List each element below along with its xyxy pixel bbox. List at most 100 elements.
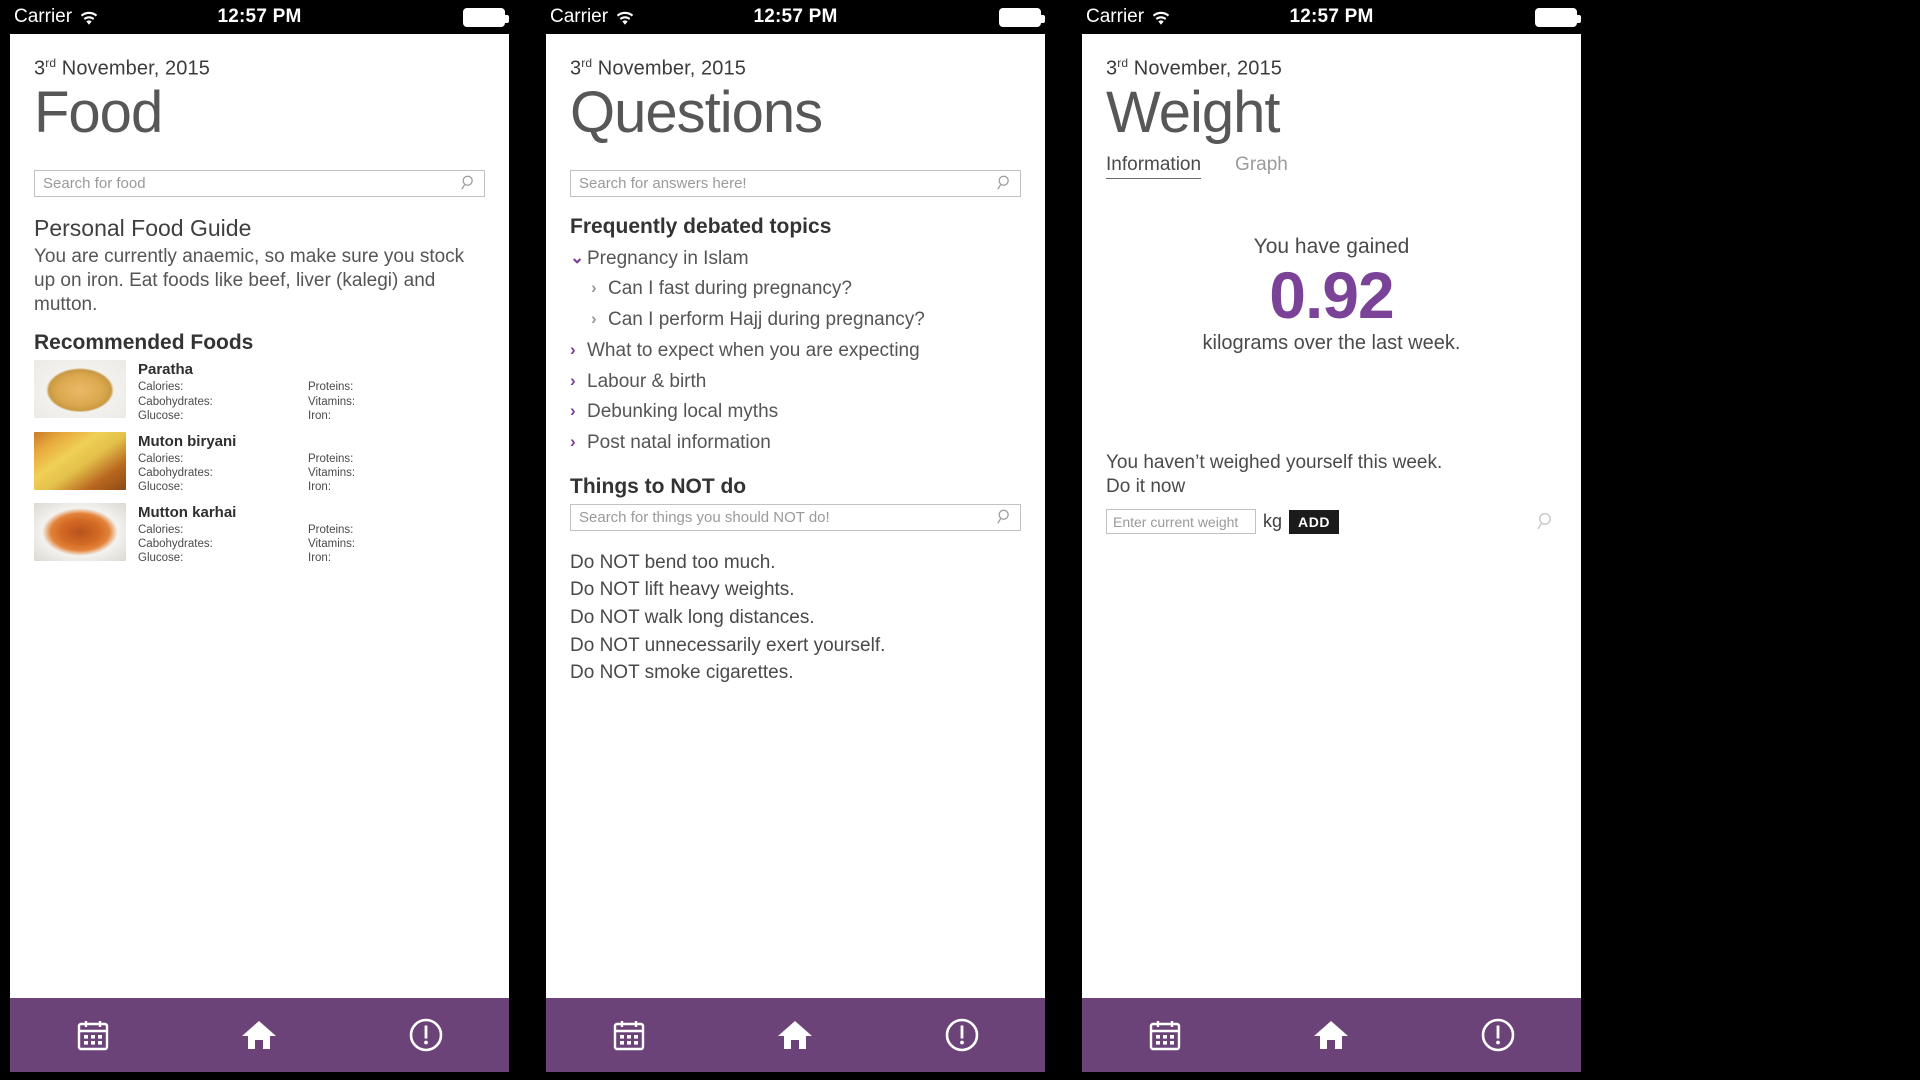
- search-icon[interactable]: [1536, 511, 1557, 532]
- paratha-photo: [34, 360, 126, 419]
- exclamation-circle-icon: [1481, 1018, 1515, 1052]
- list-item: Do NOT bend too much.: [570, 551, 776, 573]
- nav-home[interactable]: [712, 1015, 878, 1055]
- topic-item[interactable]: › Can I fast during pregnancy?: [570, 274, 1021, 305]
- topic-label: Can I fast during pregnancy?: [608, 278, 852, 300]
- nav-alert[interactable]: [343, 1015, 509, 1055]
- list-item: Do NOT lift heavy weights.: [570, 579, 795, 601]
- nutrition-left: Calories: Cabohydrates: Glucose:: [138, 381, 213, 423]
- weigh-prompt-line2: Do it now: [1106, 476, 1186, 498]
- page-title: Questions: [570, 79, 823, 145]
- topic-label: Debunking local myths: [587, 401, 779, 423]
- add-weight-button[interactable]: ADD: [1289, 509, 1340, 534]
- gain-tail-text: kilograms over the last week.: [1202, 331, 1461, 354]
- search-icon[interactable]: [460, 174, 478, 192]
- date-label: 3rd November, 2015: [1106, 56, 1282, 80]
- gain-value: 0.92: [1269, 257, 1394, 332]
- phone-weight: Carrier 12:57 PM 3rd November, 2015 Weig…: [1072, 0, 1591, 1080]
- list-item[interactable]: Mutton karhai Calories: Cabohydrates: Gl…: [34, 502, 485, 566]
- screen-questions: 3rd November, 2015 Questions Search for …: [546, 34, 1045, 998]
- topic-item[interactable]: › What to expect when you are expecting: [570, 336, 1021, 367]
- chevron-right-icon: ›: [591, 278, 597, 298]
- status-bar: Carrier 12:57 PM: [536, 0, 1055, 34]
- screen-weight: 3rd November, 2015 Weight Information Gr…: [1082, 34, 1581, 998]
- search-input-notdo[interactable]: Search for things you should NOT do!: [570, 503, 1021, 531]
- topic-item[interactable]: ⌄ Pregnancy in Islam: [570, 244, 1021, 275]
- search-icon[interactable]: [996, 508, 1014, 526]
- recommended-foods-heading: Recommended Foods: [34, 331, 254, 355]
- weight-input-placeholder: Enter current weight: [1113, 513, 1239, 530]
- status-bar: Carrier 12:57 PM: [1072, 0, 1591, 34]
- battery-full-icon: [463, 7, 509, 27]
- food-guide-heading: Personal Food Guide: [34, 214, 252, 241]
- page-title: Weight: [1106, 79, 1280, 145]
- phone-food: Carrier 12:57 PM 3rd November, 2015 Food…: [0, 0, 519, 1080]
- chevron-right-icon: ›: [570, 432, 576, 452]
- topic-item[interactable]: › Can I perform Hajj during pregnancy?: [570, 305, 1021, 336]
- list-item[interactable]: Muton biryani Calories: Cabohydrates: Gl…: [34, 431, 485, 495]
- list-item: Do NOT walk long distances.: [570, 607, 815, 628]
- weight-input[interactable]: Enter current weight: [1106, 509, 1256, 535]
- search-placeholder: Search for food: [43, 174, 146, 192]
- clock: 12:57 PM: [217, 6, 302, 27]
- screen-food: 3rd November, 2015 Food Search for food …: [10, 34, 509, 998]
- home-icon: [1314, 1021, 1349, 1049]
- wifi-icon: [79, 10, 99, 25]
- nav-alert[interactable]: [879, 1015, 1045, 1055]
- topic-label: Post natal information: [587, 432, 771, 454]
- bottom-nav: [1082, 998, 1581, 1072]
- topics-heading: Frequently debated topics: [570, 214, 832, 238]
- mutton-karhai-photo: [34, 502, 126, 561]
- nav-calendar[interactable]: [1082, 1015, 1248, 1055]
- chevron-down-icon: ⌄: [570, 247, 585, 267]
- weight-entry-row: Enter current weight kg ADD: [1106, 509, 1557, 535]
- food-guide-body: You are currently anaemic, so make sure …: [34, 245, 465, 316]
- nutrition-right: Proteins: Vitamins: Iron:: [308, 523, 356, 565]
- topic-item[interactable]: › Debunking local myths: [570, 397, 1021, 428]
- home-icon: [242, 1021, 277, 1049]
- list-item[interactable]: Paratha Calories: Cabohydrates: Glucose:…: [34, 360, 485, 423]
- exclamation-circle-icon: [409, 1018, 443, 1052]
- home-icon: [778, 1021, 813, 1049]
- nav-alert[interactable]: [1415, 1015, 1581, 1055]
- clock: 12:57 PM: [1289, 6, 1374, 27]
- calendar-icon: [77, 1021, 109, 1051]
- exclamation-circle-icon: [945, 1018, 979, 1052]
- gain-lead-text: You have gained: [1253, 234, 1410, 258]
- page-title: Food: [34, 79, 163, 145]
- tab-information[interactable]: Information: [1106, 154, 1202, 179]
- wifi-icon: [615, 10, 635, 25]
- nutrition-left: Calories: Cabohydrates: Glucose:: [138, 523, 213, 565]
- bottom-nav: [10, 998, 509, 1072]
- phone-questions: Carrier 12:57 PM 3rd November, 2015 Ques…: [536, 0, 1055, 1080]
- nav-home[interactable]: [1248, 1015, 1414, 1055]
- search-input-answers[interactable]: Search for answers here!: [570, 169, 1021, 197]
- topic-item[interactable]: › Post natal information: [570, 428, 1021, 459]
- list-item: Do NOT unnecessarily exert yourself.: [570, 634, 886, 656]
- topics-list: ⌄ Pregnancy in Islam › Can I fast during p…: [570, 244, 1021, 459]
- search-icon[interactable]: [996, 174, 1014, 192]
- food-list: Paratha Calories: Cabohydrates: Glucose:…: [34, 360, 485, 565]
- nav-calendar[interactable]: [10, 1015, 176, 1055]
- date-label: 3rd November, 2015: [570, 56, 746, 80]
- nav-home[interactable]: [176, 1015, 342, 1055]
- mutton-biryani-photo: [34, 431, 126, 490]
- clock: 12:57 PM: [753, 6, 838, 27]
- status-bar: Carrier 12:57 PM: [0, 0, 519, 34]
- topic-label: Labour & birth: [587, 370, 707, 392]
- search-placeholder: Search for answers here!: [579, 174, 747, 192]
- nutrition-left: Calories: Cabohydrates: Glucose:: [138, 452, 213, 494]
- chevron-right-icon: ›: [591, 309, 597, 329]
- calendar-icon: [1149, 1021, 1181, 1051]
- search-input-food[interactable]: Search for food: [34, 169, 485, 197]
- wifi-icon: [1151, 10, 1171, 25]
- topic-item[interactable]: › Labour & birth: [570, 367, 1021, 398]
- tab-graph[interactable]: Graph: [1235, 154, 1288, 179]
- food-name: Paratha: [138, 361, 194, 379]
- topic-label: Can I perform Hajj during pregnancy?: [608, 309, 925, 331]
- weigh-prompt-line1: You haven’t weighed yourself this week.: [1106, 451, 1443, 473]
- carrier-label: Carrier: [1086, 6, 1145, 27]
- notdo-heading: Things to NOT do: [570, 474, 747, 498]
- nav-calendar[interactable]: [546, 1015, 712, 1055]
- topic-label: What to expect when you are expecting: [587, 339, 920, 361]
